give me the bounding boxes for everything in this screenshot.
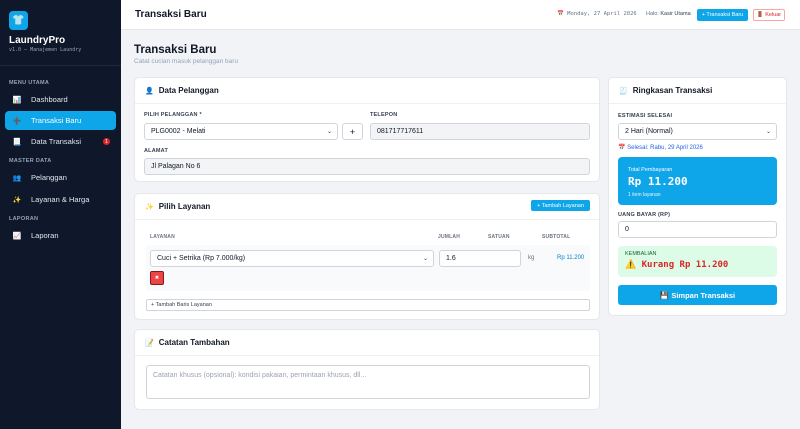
col-satuan: SATUAN	[488, 234, 510, 240]
add-row-button[interactable]: + Tambah Baris Layanan	[146, 299, 590, 311]
app-name: LaundryPro	[9, 35, 66, 46]
list-icon: 📃	[12, 138, 22, 146]
summary-heading: Ringkasan Transaksi	[632, 86, 713, 95]
chart-icon: 📊	[12, 96, 22, 104]
services-card-header: ✨ Pilih Layanan	[135, 194, 599, 220]
sidebar-item-pelanggan[interactable]: 👥 Pelanggan	[5, 168, 116, 187]
sidebar-item-label: Pelanggan	[31, 173, 67, 182]
sparkle-icon: ✨	[145, 203, 154, 211]
payment-label: UANG BAYAR (RP)	[618, 212, 671, 218]
estimate-select[interactable]: 2 Hari (Normal) ⌄	[618, 123, 777, 140]
address-label: ALAMAT	[144, 148, 169, 154]
summary-card-header: 🧾 Ringkasan Transaksi	[609, 78, 786, 104]
payment-input[interactable]: 0	[618, 221, 777, 238]
chevron-down-icon: ⌄	[765, 129, 771, 135]
report-icon: 📈	[12, 232, 22, 240]
services-heading: Pilih Layanan	[158, 202, 211, 211]
page-title: Transaksi Baru	[134, 44, 217, 56]
section-master-data: MASTER DATA	[9, 158, 52, 164]
col-subtotal: SUBTOTAL	[542, 234, 571, 240]
close-icon: ✖	[154, 275, 160, 281]
customer-select-label: PILIH PELANGGAN *	[144, 112, 202, 118]
notification-badge: 1	[103, 138, 110, 145]
col-jumlah: JUMLAH	[438, 234, 461, 240]
service-select-value: Cuci + Setrika (Rp 7.000/kg)	[157, 255, 246, 262]
sidebar-item-data-transaksi[interactable]: 📃 Data Transaksi 1	[5, 132, 116, 151]
item-count: 1 item layanan	[628, 192, 661, 198]
add-customer-button[interactable]: +	[342, 123, 363, 140]
chevron-down-icon: ⌄	[326, 129, 332, 135]
sidebar-item-label: Data Transaksi	[31, 137, 82, 146]
section-laporan: LAPORAN	[9, 216, 39, 222]
topbar-title: Transaksi Baru	[135, 9, 207, 20]
phone-label: TELEPON	[370, 112, 398, 118]
greeting: Halo: Kasir Utama	[646, 11, 691, 17]
customer-card-header: 👤 Data Pelanggan	[135, 78, 599, 104]
total-box: Total Pembayaran Rp 11.200 1 item layana…	[618, 157, 777, 205]
change-label: KEMBALIAN	[625, 251, 657, 257]
users-icon: 👥	[12, 174, 22, 182]
unit-text: kg	[528, 255, 535, 261]
sidebar-divider	[0, 65, 121, 66]
estimate-label: ESTIMASI SELESAI	[618, 113, 673, 119]
sidebar-item-label: Dashboard	[31, 95, 68, 104]
save-transaction-button[interactable]: 💾 Simpan Transaksi	[618, 285, 777, 305]
user-icon: 👤	[145, 87, 154, 95]
customer-select[interactable]: PLG0002 - Melati ⌄	[144, 123, 338, 140]
quantity-input[interactable]: 1.6	[439, 250, 521, 267]
receipt-icon: 🧾	[619, 87, 628, 95]
estimate-select-value: 2 Hari (Normal)	[625, 128, 673, 135]
sidebar-item-transaksi-baru[interactable]: ➕ Transaksi Baru	[5, 111, 116, 130]
sidebar-item-label: Layanan & Harga	[31, 195, 90, 204]
customer-heading: Data Pelanggan	[158, 86, 219, 95]
col-layanan: LAYANAN	[150, 234, 175, 240]
customer-select-value: PLG0002 - Melati	[151, 128, 206, 135]
address-field[interactable]: Jl Palagan No 6	[144, 158, 590, 175]
topbar: Transaksi Baru 📅 Monday, 27 April 2026 H…	[121, 0, 800, 30]
sidebar-item-label: Transaksi Baru	[31, 116, 82, 125]
total-label: Total Pembayaran	[628, 167, 673, 173]
phone-field[interactable]: 081717717611	[370, 123, 590, 140]
chevron-down-icon: ⌄	[422, 256, 428, 262]
sidebar-item-laporan[interactable]: 📈 Laporan	[5, 226, 116, 245]
page-subtitle: Catat cucian masuk pelanggan baru	[134, 58, 239, 65]
delete-row-button[interactable]: ✖	[150, 271, 164, 285]
total-value: Rp 11.200	[628, 175, 688, 188]
notes-textarea[interactable]: Catatan khusus (opsional): kondisi pakai…	[146, 365, 590, 399]
section-menu-utama: MENU UTAMA	[9, 80, 50, 86]
user-name: Kasir Utama	[660, 11, 691, 17]
app-version: v1.0 — Manajemen Laundry	[9, 47, 82, 53]
notes-heading: Catatan Tambahan	[158, 338, 230, 347]
sidebar-item-layanan-harga[interactable]: ✨ Layanan & Harga	[5, 190, 116, 209]
service-select[interactable]: Cuci + Setrika (Rp 7.000/kg) ⌄	[150, 250, 434, 267]
logo-icon: 👕	[9, 11, 28, 30]
subtotal-text: Rp 11.200	[557, 255, 585, 261]
greeting-label: Halo:	[646, 11, 659, 17]
current-date: 📅 Monday, 27 April 2026	[557, 11, 637, 17]
change-box: KEMBALIAN ⚠️ Kurang Rp 11.200	[618, 246, 777, 277]
new-transaction-button[interactable]: + Transaksi Baru	[697, 9, 748, 21]
logout-button[interactable]: 🚪 Keluar	[753, 9, 785, 21]
plus-icon: ➕	[12, 117, 22, 125]
sidebar: 👕 LaundryPro v1.0 — Manajemen Laundry ME…	[0, 0, 121, 429]
change-value: ⚠️ Kurang Rp 11.200	[625, 260, 729, 270]
note-icon: 📝	[145, 339, 154, 347]
sidebar-item-label: Laporan	[31, 231, 59, 240]
sidebar-item-dashboard[interactable]: 📊 Dashboard	[5, 90, 116, 109]
completion-date: 📅 Selesai: Rabu, 29 April 2026	[618, 145, 703, 151]
sparkle-icon: ✨	[12, 196, 22, 204]
notes-card-header: 📝 Catatan Tambahan	[135, 330, 599, 356]
add-service-button[interactable]: + Tambah Layanan	[531, 200, 590, 211]
